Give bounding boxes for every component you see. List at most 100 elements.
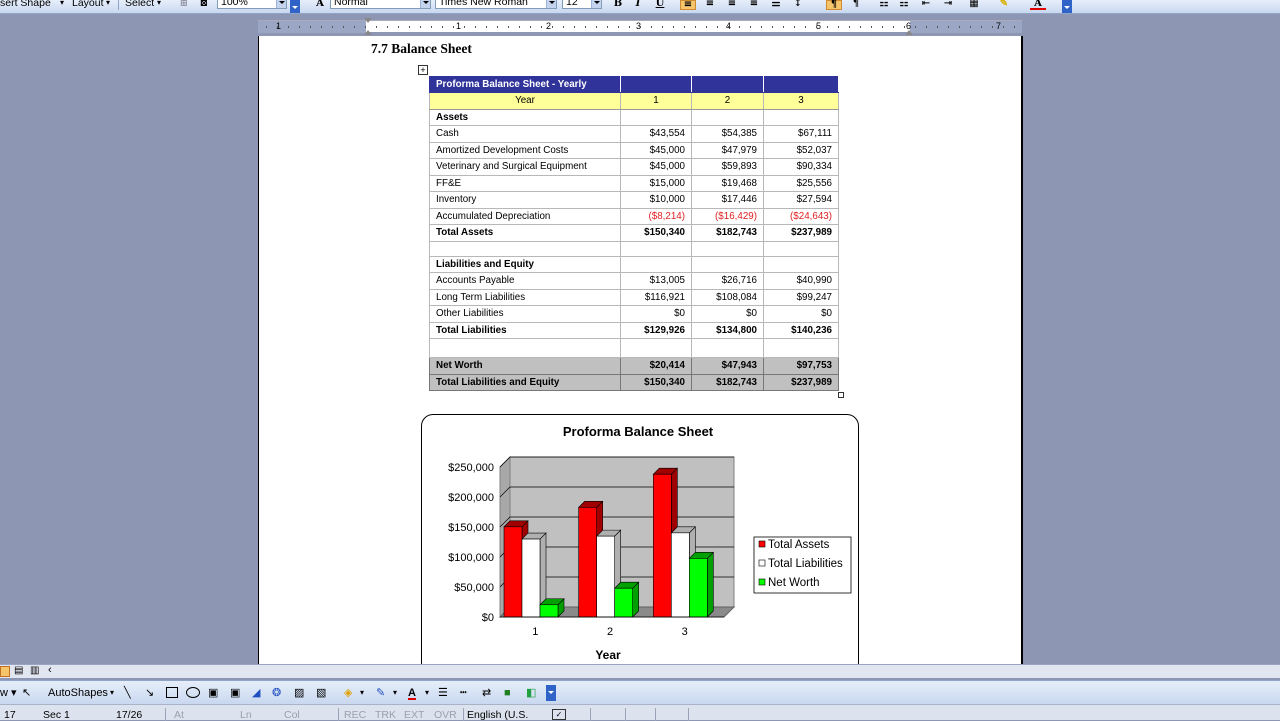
status-rec[interactable]: REC [344,710,366,721]
zoom-combo[interactable]: 100% [217,0,287,9]
insert-shape-menu[interactable]: sert Shape [0,0,51,10]
wordart-icon[interactable]: ◢ [252,686,260,700]
legend-label: Total Assets [768,539,830,551]
web-view-icon[interactable]: ▤ [14,665,23,676]
table-row: FF&E $15,000 $19,468 $25,556 [429,175,839,192]
chevron-down-icon[interactable]: ▾ [393,686,397,700]
table-title: Proforma Balance Sheet - Yearly [429,76,621,93]
horizontal-ruler[interactable]: 1 1 2 3 4 5 6 7 [0,18,1280,35]
formatting-toolbar: sert Shape ▾ Layout ▾ Select ▾ ⊞ ⊠ 100% … [0,0,1280,14]
align-center-icon[interactable]: ≡ [702,0,718,10]
table-row: Amortized Development Costs $45,000 $47,… [429,142,839,159]
spelling-status-icon[interactable]: ✓ [552,709,566,720]
table-icon[interactable]: ⊞ [176,0,192,10]
autoshapes-menu[interactable]: AutoShapes [48,686,108,700]
style-combo[interactable]: Normal [330,0,431,9]
table-move-handle-icon[interactable]: + [418,65,428,75]
chart-object[interactable]: Proforma Balance Sheet $0 $50,000 $100,000 $… [421,414,859,664]
borders-icon[interactable]: ▦ [966,0,982,10]
oval-icon[interactable] [186,687,200,698]
dash-style-icon[interactable]: ┅ [460,686,467,700]
chevron-down-icon[interactable]: ▾ [360,686,364,700]
status-ext[interactable]: EXT [404,710,424,721]
chevron-down-icon[interactable] [591,0,601,8]
row-label: Accumulated Depreciation [429,208,621,225]
align-left-icon[interactable]: ≡ [680,0,696,10]
line-icon[interactable]: ╲ [124,686,131,700]
normal-view-icon[interactable] [0,666,10,677]
row-value: $182,743 [691,224,764,242]
row-value: $0 [691,305,764,323]
status-ovr[interactable]: OVR [434,710,457,721]
distributed-icon[interactable]: ☰ [768,0,784,10]
justify-icon[interactable]: ≡ [746,0,762,10]
y-tick-label: $150,000 [448,522,494,534]
table-resize-handle[interactable] [838,392,844,398]
highlight-icon[interactable]: ✎ [996,0,1012,10]
underline-button[interactable]: U [652,0,668,10]
font-color-icon[interactable]: A [408,686,416,700]
ruler-tick [508,26,509,28]
rtl-icon[interactable]: ¶ [848,0,864,10]
right-indent-marker[interactable] [905,26,913,35]
clip-art-icon[interactable]: ▨ [294,686,304,700]
ruler-tick [992,26,993,28]
hanging-indent-marker[interactable] [364,26,372,35]
rectangle-icon[interactable] [166,687,178,698]
increase-indent-icon[interactable]: ⇥ [940,0,956,10]
select-objects-icon[interactable]: ↖ [22,686,31,700]
ltr-icon[interactable]: ¶ [826,0,842,10]
numbering-icon[interactable]: ☷ [876,0,892,10]
align-right-icon[interactable]: ≡ [724,0,740,10]
chevron-down-icon[interactable] [276,0,286,8]
row-value: $150,340 [620,374,692,391]
font-size-combo[interactable]: 12 [562,0,602,9]
ruler-tick [519,26,520,28]
font-color-icon[interactable]: A [1030,0,1046,10]
toolbar-options-icon[interactable] [546,685,556,701]
arrow-style-icon[interactable]: ⇄ [482,686,491,700]
line-spacing-icon[interactable]: ↕ [790,0,806,10]
toolbar-options-icon[interactable] [290,0,300,13]
ruler-tick [288,26,289,28]
line-color-icon[interactable]: ✎ [376,686,385,700]
styles-icon[interactable]: A [312,0,328,10]
vertical-text-box-icon[interactable]: ▣ [230,686,240,700]
ruler-tick [783,26,784,28]
arrow-icon[interactable]: ↘ [145,686,154,700]
italic-button[interactable]: I [630,0,646,10]
draw-menu-partial[interactable]: w ▾ [0,686,17,700]
decrease-indent-icon[interactable]: ⇤ [918,0,934,10]
select-menu[interactable]: Select [125,0,154,10]
font-combo[interactable]: Times New Roman [435,0,557,9]
print-view-icon[interactable]: ▥ [30,665,39,676]
diagram-icon[interactable]: ❂ [272,686,281,700]
fill-color-icon[interactable]: ◈ [344,686,352,700]
row-value: $237,989 [763,224,839,242]
layout-menu[interactable]: Layout [72,0,104,10]
chevron-down-icon[interactable] [420,0,430,8]
picture-icon[interactable]: ▧ [316,686,326,700]
chevron-down-icon[interactable]: ▾ [425,686,429,700]
row-value: $25,556 [763,175,839,192]
scroll-left-icon[interactable]: ‹ [48,664,52,676]
bullets-icon[interactable]: ☷ [896,0,912,10]
row-value: $97,753 [763,357,839,375]
line-style-icon[interactable]: ☰ [438,686,448,700]
ruler-tick [354,26,355,28]
blank-row [429,241,839,257]
document-page[interactable]: 7.7 Balance Sheet + Proforma Balance She… [258,36,1023,664]
3d-style-icon[interactable]: ◧ [526,686,536,700]
bold-button[interactable]: B [610,0,626,10]
shadow-style-icon[interactable]: ■ [504,686,511,700]
font-value: Times New Roman [439,0,528,8]
toolbar-options-icon[interactable] [1062,0,1072,13]
y-tick-label: $250,000 [448,462,494,474]
delete-table-icon[interactable]: ⊠ [196,0,212,10]
text-box-icon[interactable]: ▣ [208,686,218,700]
year-header-row: Year 1 2 3 [429,92,839,110]
row-value: ($24,643) [763,208,839,225]
status-trk[interactable]: TRK [375,710,396,721]
chevron-down-icon[interactable] [546,0,556,8]
ruler-tick [695,26,696,28]
